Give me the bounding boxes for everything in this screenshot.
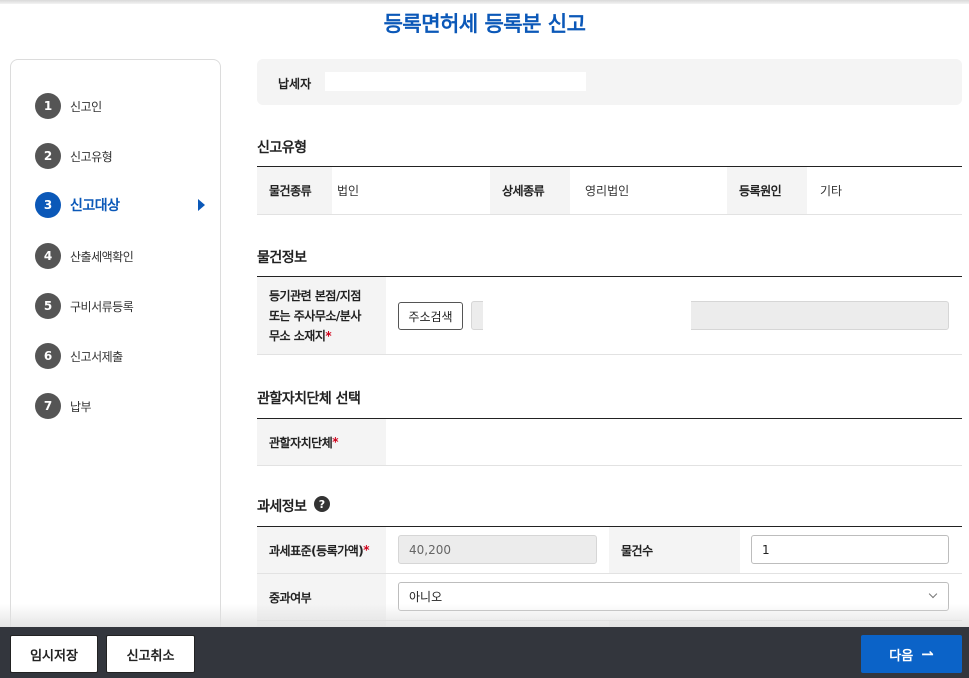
- address-label-line3-wrap: 무소 소재지*: [269, 326, 332, 346]
- tax-base-label: 과세표준(등록가액): [269, 543, 364, 558]
- detail-type-value: 영리법인: [585, 184, 630, 198]
- heavy-tax-value: 아니오: [409, 590, 443, 604]
- step-1[interactable]: 1 신고인: [35, 92, 205, 120]
- temp-save-button[interactable]: 임시저장: [10, 635, 98, 673]
- step-label: 구비서류등록: [70, 299, 134, 314]
- next-button-label: 다음: [889, 648, 914, 664]
- required-mark: *: [332, 435, 339, 449]
- step-number: 1: [35, 93, 61, 119]
- step-2[interactable]: 2 신고유형: [35, 142, 205, 170]
- jurisdiction-label: 관할자치단체: [269, 435, 333, 450]
- item-count-field[interactable]: 1: [751, 535, 949, 564]
- taxpayer-label: 납세자: [278, 77, 312, 91]
- page-title: 등록면허세 등록분 신고: [383, 12, 586, 36]
- step-number: 7: [35, 393, 61, 419]
- address-label-line2: 또는 주사무소/분사: [269, 308, 361, 323]
- step-label: 신고유형: [70, 149, 113, 164]
- divider: [257, 465, 962, 466]
- step-number: 2: [35, 143, 61, 169]
- reg-reason-value: 기타: [820, 184, 843, 198]
- scroll-fade: [0, 604, 969, 628]
- jurisdiction-label-cell: 관할자치단체 *: [257, 419, 386, 465]
- chevron-down-icon: [928, 589, 938, 599]
- item-count-label: 물건수: [609, 527, 740, 573]
- step-number: 4: [35, 243, 61, 269]
- address-redaction: [483, 301, 691, 330]
- tax-base-field[interactable]: 40,200: [398, 535, 597, 564]
- cancel-report-button[interactable]: 신고취소: [106, 635, 195, 673]
- address-label-line3: 무소 소재지: [269, 328, 326, 343]
- step-label: 신고인: [70, 99, 102, 114]
- step-label: 산출세액확인: [70, 249, 134, 264]
- tax-base-label-cell: 과세표준(등록가액) *: [257, 527, 386, 573]
- step-sidebar: 1 신고인 2 신고유형 3 신고대상 4 산출세액확인 5 구비서류등록 6 …: [10, 59, 221, 659]
- step-label: 신고대상: [70, 198, 120, 214]
- object-type-label: 물건종류: [257, 167, 332, 214]
- detail-type-label: 상세종류: [490, 167, 570, 214]
- address-label-line1: 등기관련 본점/지점: [269, 288, 361, 303]
- taxpayer-value: [325, 72, 586, 91]
- reg-reason-label: 등록원인: [727, 167, 807, 214]
- step-number: 5: [35, 293, 61, 319]
- top-shadow: [0, 0, 969, 4]
- step-7[interactable]: 7 납부: [35, 392, 205, 420]
- required-mark: *: [363, 543, 370, 557]
- tax-info-title: 과세정보: [257, 499, 307, 515]
- jurisdiction-title: 관할자치단체 선택: [257, 391, 361, 407]
- required-mark: *: [325, 328, 332, 343]
- arrow-right-icon: ⇀: [921, 645, 934, 663]
- step-4[interactable]: 4 산출세액확인: [35, 242, 205, 270]
- step-label: 납부: [70, 399, 92, 414]
- report-type-title: 신고유형: [257, 140, 307, 156]
- object-type-value: 법인: [337, 184, 360, 198]
- step-label: 신고서제출: [70, 349, 123, 364]
- taxpayer-box: 납세자: [257, 59, 962, 105]
- address-search-button[interactable]: 주소검색: [398, 302, 463, 330]
- next-button[interactable]: 다음 ⇀: [861, 635, 962, 673]
- step-number: 6: [35, 343, 61, 369]
- step-5[interactable]: 5 구비서류등록: [35, 292, 205, 320]
- step-6[interactable]: 6 신고서제출: [35, 342, 205, 370]
- divider: [257, 214, 962, 215]
- divider: [257, 354, 962, 355]
- address-label: 등기관련 본점/지점 또는 주사무소/분사 무소 소재지*: [257, 277, 386, 354]
- help-icon[interactable]: ?: [314, 496, 330, 512]
- current-step-arrow-icon: [198, 199, 205, 211]
- step-number: 3: [35, 192, 61, 218]
- step-3-current[interactable]: 3 신고대상: [35, 191, 205, 219]
- bottom-action-bar: 임시저장 신고취소 다음 ⇀: [0, 627, 969, 678]
- object-info-title: 물건정보: [257, 250, 307, 266]
